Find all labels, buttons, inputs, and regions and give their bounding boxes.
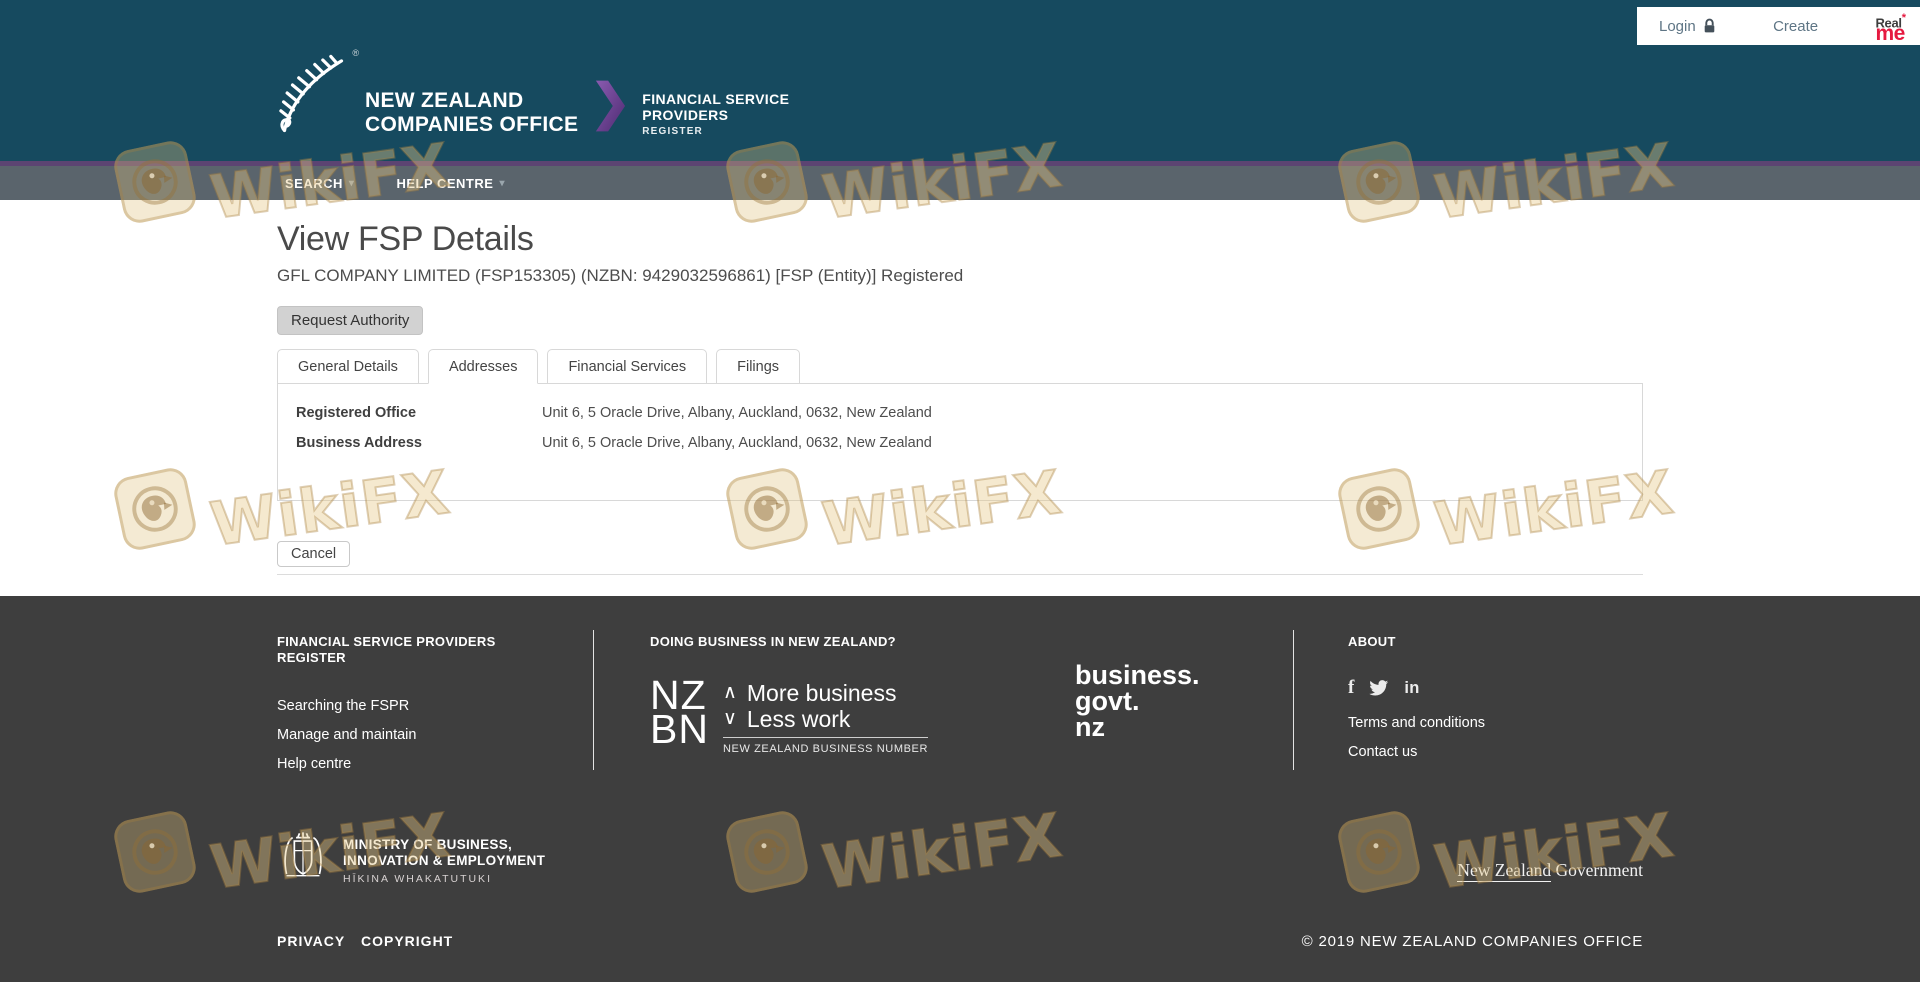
chevron-down-icon: ▾	[499, 178, 505, 189]
mbie-logo: MINISTRY OF BUSINESS, INNOVATION & EMPLO…	[277, 830, 545, 892]
brand-line-1: NEW ZEALAND	[365, 89, 578, 113]
main-content: View FSP Details GFL COMPANY LIMITED (FS…	[277, 200, 1643, 575]
caret-down-icon: ∨	[723, 706, 737, 732]
create-label: Create	[1773, 18, 1818, 35]
nz-government-rest: Government	[1551, 860, 1643, 880]
copyright-notice: © 2019 NEW ZEALAND COMPANIES OFFICE	[1302, 933, 1643, 950]
chevron-down-icon: ▾	[349, 178, 355, 189]
companies-office-logo[interactable]: ® NEW ZEALAND COMPANIES OFFICE FINANCIAL…	[277, 52, 789, 139]
nzbn-subtitle: NEW ZEALAND BUSINESS NUMBER	[723, 737, 928, 755]
realme-logo[interactable]: Real* me	[1875, 13, 1906, 39]
nz-government-underlined: New Zealand	[1457, 860, 1551, 882]
login-button[interactable]: Login	[1659, 18, 1716, 35]
site-header: ® NEW ZEALAND COMPANIES OFFICE FINANCIAL…	[0, 0, 1920, 161]
footer-link-help-centre[interactable]: Help centre	[277, 756, 517, 772]
auth-box: Login Create Real* me	[1637, 7, 1920, 45]
main-nav: SEARCH ▾ HELP CENTRE ▾	[0, 166, 1920, 200]
content-divider	[277, 574, 1643, 575]
register-line-2: PROVIDERS	[642, 107, 789, 123]
table-row: Registered Office Unit 6, 5 Oracle Drive…	[278, 398, 1642, 428]
social-icons: f in	[1348, 677, 1485, 699]
nzbn-letters: NZ BN	[650, 678, 709, 746]
about-heading: ABOUT	[1348, 634, 1485, 650]
footer-about-column: ABOUT f in Terms and conditions Contact …	[1348, 634, 1485, 773]
nzbn-more-text: More business	[747, 680, 897, 706]
nav-help-label: HELP CENTRE	[396, 176, 493, 191]
footer-link-terms[interactable]: Terms and conditions	[1348, 715, 1485, 731]
fsp-summary: GFL COMPANY LIMITED (FSP153305) (NZBN: 9…	[277, 266, 1643, 286]
privacy-link[interactable]: PRIVACY	[277, 933, 345, 949]
cancel-button[interactable]: Cancel	[277, 541, 350, 567]
footer-divider	[593, 630, 594, 770]
table-row: Business Address Unit 6, 5 Oracle Drive,…	[278, 428, 1642, 458]
footer-link-contact-us[interactable]: Contact us	[1348, 744, 1485, 760]
footer-business-column: DOING BUSINESS IN NEW ZEALAND? NZ BN ∧ M…	[650, 634, 928, 755]
tab-general-details[interactable]: General Details	[277, 349, 419, 384]
business-address-label: Business Address	[296, 435, 542, 451]
nz-government-logo[interactable]: New Zealand Government	[1457, 860, 1643, 881]
footer-fspr-column: FINANCIAL SERVICE PROVIDERS REGISTER Sea…	[277, 634, 517, 785]
request-authority-button[interactable]: Request Authority	[277, 306, 423, 335]
nav-search-label: SEARCH	[285, 176, 343, 191]
twitter-icon[interactable]	[1369, 680, 1389, 697]
brand-line-2: COMPANIES OFFICE	[365, 113, 578, 137]
bgn-line-2: govt.	[1075, 688, 1200, 714]
footer-fspr-heading: FINANCIAL SERVICE PROVIDERS REGISTER	[277, 634, 517, 666]
copyright-link[interactable]: COPYRIGHT	[361, 933, 453, 949]
nzbn-tagline-block: ∧ More business ∨ Less work NEW ZEALAND …	[723, 678, 928, 755]
nzbn-less-text: Less work	[747, 706, 851, 732]
trademark-symbol: ®	[352, 48, 359, 58]
coat-of-arms-icon	[277, 830, 329, 892]
mbie-line-2: INNOVATION & EMPLOYMENT	[343, 853, 545, 869]
business-address-value: Unit 6, 5 Oracle Drive, Albany, Auckland…	[542, 435, 932, 451]
bgn-line-3: nz	[1075, 714, 1200, 740]
site-footer: FINANCIAL SERVICE PROVIDERS REGISTER Sea…	[0, 596, 1920, 982]
mbie-line-3: HĪKINA WHAKATUTUKI	[343, 873, 545, 885]
tab-financial-services[interactable]: Financial Services	[547, 349, 707, 384]
registered-office-value: Unit 6, 5 Oracle Drive, Albany, Auckland…	[542, 405, 932, 421]
fsp-tabs: General Details Addresses Financial Serv…	[277, 349, 1643, 384]
business-govt-nz-logo[interactable]: business. govt. nz	[1075, 662, 1200, 740]
register-wordmark: FINANCIAL SERVICE PROVIDERS REGISTER	[642, 91, 789, 139]
wikifx-eagle-icon	[122, 476, 188, 542]
bgn-line-1: business.	[1075, 662, 1200, 688]
brand-wordmark: NEW ZEALAND COMPANIES OFFICE	[365, 89, 578, 139]
tab-addresses[interactable]: Addresses	[428, 349, 539, 384]
nzbn-logo[interactable]: NZ BN ∧ More business ∨ Less work NEW ZE…	[650, 678, 928, 755]
mbie-line-1: MINISTRY OF BUSINESS,	[343, 837, 545, 853]
facebook-icon[interactable]: f	[1348, 677, 1354, 699]
register-line-1: FINANCIAL SERVICE	[642, 91, 789, 107]
footer-divider	[1293, 630, 1294, 770]
tab-filings[interactable]: Filings	[716, 349, 800, 384]
register-line-3: REGISTER	[642, 126, 789, 137]
wikifx-logo-tile	[111, 465, 199, 553]
doing-business-heading: DOING BUSINESS IN NEW ZEALAND?	[650, 634, 928, 650]
create-button[interactable]: Create	[1773, 18, 1818, 35]
mbie-wordmark: MINISTRY OF BUSINESS, INNOVATION & EMPLO…	[343, 837, 545, 885]
caret-up-icon: ∧	[723, 680, 737, 706]
nav-search[interactable]: SEARCH ▾	[285, 176, 354, 191]
login-label: Login	[1659, 18, 1696, 35]
linkedin-icon[interactable]: in	[1404, 679, 1419, 698]
page-title: View FSP Details	[277, 220, 1643, 259]
lock-icon	[1703, 18, 1716, 34]
footer-link-manage-maintain[interactable]: Manage and maintain	[277, 727, 517, 743]
registered-office-label: Registered Office	[296, 405, 542, 421]
realme-me-text: me	[1875, 29, 1906, 39]
silver-fern-icon: ®	[277, 52, 349, 139]
nav-help-centre[interactable]: HELP CENTRE ▾	[396, 176, 505, 191]
purple-chevron-icon	[594, 80, 626, 139]
footer-link-searching-fspr[interactable]: Searching the FSPR	[277, 698, 517, 714]
addresses-panel: Registered Office Unit 6, 5 Oracle Drive…	[277, 383, 1643, 501]
